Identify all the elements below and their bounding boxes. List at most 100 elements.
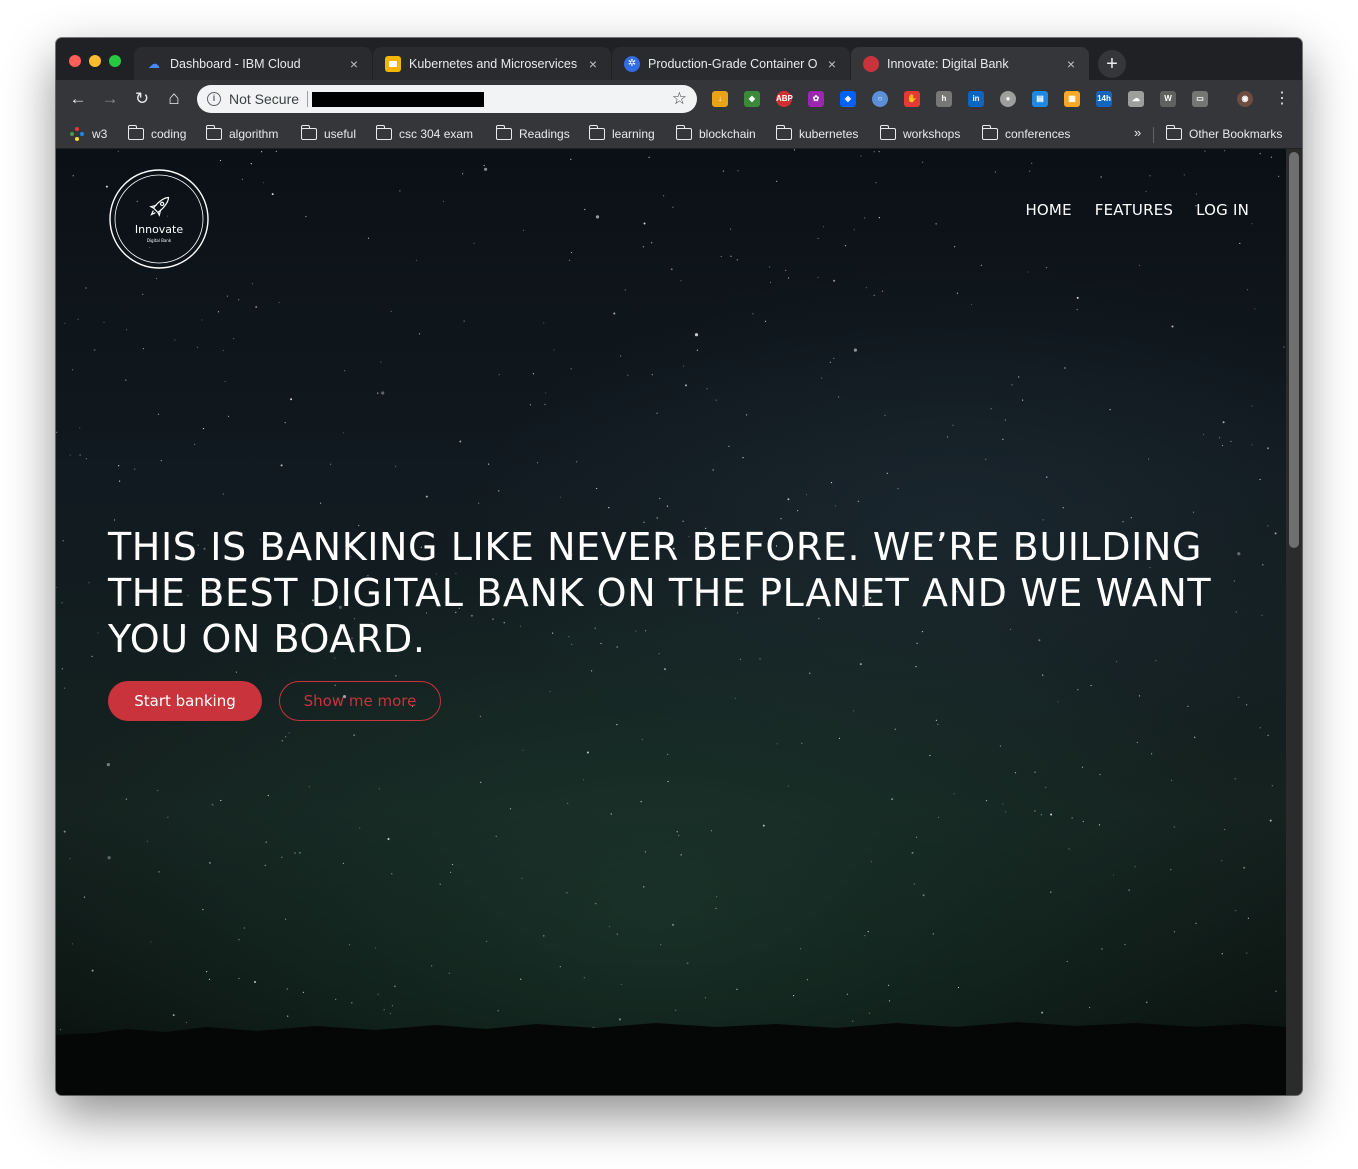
download-icon[interactable]: ↓ [712, 91, 728, 107]
star [664, 668, 666, 671]
star [142, 293, 144, 295]
star [888, 984, 890, 987]
star [1170, 779, 1173, 782]
star [418, 333, 421, 335]
calendar-icon[interactable]: ▦ [1064, 91, 1080, 107]
bookmark-folder-csc-304-exam[interactable]: csc 304 exam [375, 125, 473, 143]
close-icon[interactable]: × [824, 56, 840, 72]
hand-icon[interactable]: ✋ [904, 91, 920, 107]
star [389, 1012, 391, 1015]
bookmark-folder-kubernetes[interactable]: kubernetes [775, 125, 858, 143]
star [663, 195, 665, 197]
bookmarks-overflow-chevron-icon[interactable]: » [1134, 125, 1141, 140]
star [142, 348, 145, 350]
profile-avatar-icon[interactable]: ◉ [1237, 91, 1253, 107]
back-icon[interactable]: ← [66, 88, 90, 110]
bookmark-star-icon[interactable]: ☆ [672, 89, 687, 109]
bookmark-folder-workshops[interactable]: workshops [879, 125, 960, 143]
dropbox-icon[interactable]: ◈ [840, 91, 856, 107]
star [284, 422, 286, 424]
star [1149, 175, 1151, 177]
star [670, 268, 673, 271]
star [956, 292, 959, 294]
bookmark-folder-readings[interactable]: Readings [495, 125, 570, 143]
dot-icon[interactable]: ● [1000, 91, 1016, 107]
maximize-window-button[interactable] [109, 55, 121, 67]
minimize-window-button[interactable] [89, 55, 101, 67]
bookmark-folder-useful[interactable]: useful [300, 125, 356, 143]
nav-home-link[interactable]: HOME [1025, 201, 1071, 219]
folder-icon [879, 125, 896, 140]
shield-icon[interactable]: ◆ [744, 91, 760, 107]
timer-icon[interactable]: 14h [1096, 91, 1112, 107]
star [797, 510, 799, 512]
w-icon[interactable]: W [1160, 91, 1176, 107]
reload-icon[interactable]: ↻ [130, 88, 154, 110]
star [485, 940, 488, 942]
new-tab-button[interactable]: + [1098, 50, 1126, 78]
innovate-logo[interactable]: Innovate Digital Bank [108, 168, 210, 270]
star [284, 918, 287, 920]
star [119, 480, 121, 482]
tab-innovate-digital-bank[interactable]: Innovate: Digital Bank × [851, 47, 1089, 80]
close-icon[interactable]: × [585, 56, 601, 72]
tab-ibm-cloud[interactable]: ☁ Dashboard - IBM Cloud × [134, 47, 372, 80]
star [543, 322, 545, 324]
nav-features-link[interactable]: FEATURES [1095, 201, 1173, 219]
bookmark-folder-algorithm[interactable]: algorithm [205, 125, 278, 143]
nav-login-link[interactable]: LOG IN [1196, 201, 1249, 219]
home-icon[interactable]: ⌂ [162, 88, 186, 110]
ibm-cloud-icon: ☁ [148, 56, 160, 71]
star [1045, 267, 1048, 269]
star [817, 237, 819, 240]
star [736, 988, 738, 990]
star [275, 150, 277, 152]
bookmark-folder-coding[interactable]: coding [127, 125, 186, 143]
star [299, 852, 301, 854]
star [642, 246, 645, 248]
window-icon[interactable]: ▭ [1192, 91, 1208, 107]
scrollbar-thumb[interactable] [1289, 152, 1299, 548]
show-me-more-button[interactable]: Show me more [279, 681, 441, 721]
star [72, 175, 74, 177]
info-icon[interactable]: i [207, 92, 221, 106]
bookmark-folder-blockchain[interactable]: blockchain [675, 125, 756, 143]
star [620, 355, 622, 357]
page-scrollbar[interactable] [1286, 149, 1302, 1095]
star [194, 443, 196, 445]
star [584, 208, 586, 211]
cloud-icon[interactable]: ☁ [1128, 91, 1144, 107]
bookmark-w3[interactable]: w3 [70, 125, 107, 143]
star [1045, 786, 1047, 789]
circle-icon[interactable]: ○ [872, 91, 888, 107]
tab-strip: ☁ Dashboard - IBM Cloud × Kubernetes and… [56, 38, 1302, 80]
star [859, 663, 862, 666]
close-window-button[interactable] [69, 55, 81, 67]
star [1005, 811, 1007, 813]
close-icon[interactable]: × [346, 56, 362, 72]
star [238, 977, 240, 980]
tab-production-grade[interactable]: ✲ Production-Grade Container O × [612, 47, 850, 80]
address-bar[interactable]: i Not Secure ☆ [197, 85, 697, 113]
bookmark-folder-learning[interactable]: learning [588, 125, 655, 143]
close-icon[interactable]: × [1063, 56, 1079, 72]
star [915, 666, 917, 668]
bookmark-folder-other-bookmarks[interactable]: Other Bookmarks [1165, 125, 1282, 143]
start-banking-button[interactable]: Start banking [108, 681, 262, 721]
security-label[interactable]: Not Secure [229, 91, 299, 107]
star [378, 788, 380, 790]
color-wheel-icon[interactable]: ✿ [808, 91, 824, 107]
star [610, 813, 612, 815]
h-icon[interactable]: h [936, 91, 952, 107]
star [1222, 421, 1225, 424]
adblock-icon[interactable]: ABP [776, 91, 793, 107]
linkedin-icon[interactable]: in [968, 91, 984, 107]
menu-icon[interactable]: ⋮ [1274, 89, 1290, 109]
tab-kubernetes-microservices[interactable]: Kubernetes and Microservices × [373, 47, 611, 80]
star [853, 710, 855, 712]
bookmark-folder-conferences[interactable]: conferences [981, 125, 1070, 143]
forward-icon[interactable]: → [98, 88, 122, 110]
reader-icon[interactable]: ▤ [1032, 91, 1048, 107]
star [549, 690, 551, 693]
star [117, 150, 119, 152]
